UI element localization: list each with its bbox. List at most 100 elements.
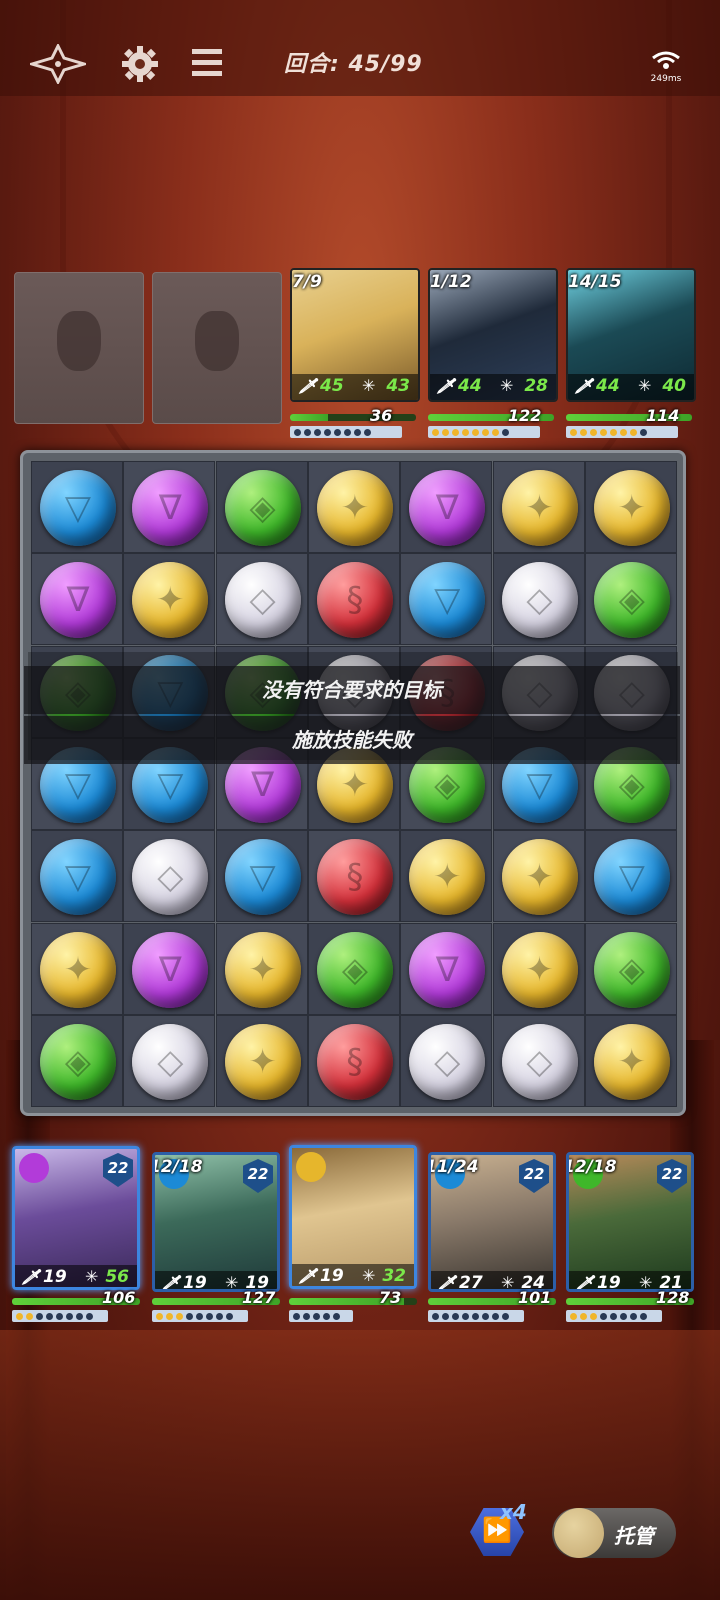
- yellow-orb[interactable]: ✦: [132, 562, 209, 639]
- board-cell[interactable]: ◇: [215, 553, 308, 646]
- white-orb[interactable]: ◇: [132, 1023, 209, 1100]
- enemy-card[interactable]: 7/9 🗡 45 ✳ 43: [290, 268, 420, 402]
- purple-orb[interactable]: ∇: [40, 562, 116, 639]
- board-cell[interactable]: ◈: [584, 922, 677, 1015]
- blue-orb[interactable]: ▽: [40, 470, 116, 546]
- board-cell[interactable]: ◈: [31, 1014, 123, 1107]
- white-orb[interactable]: ◇: [224, 562, 301, 639]
- yellow-orb[interactable]: ✦: [316, 470, 393, 546]
- hero-card[interactable]: 12/18 22 🗡 19 ✳ 19: [152, 1152, 280, 1292]
- board-cell[interactable]: ◈: [307, 922, 400, 1015]
- board-cell[interactable]: ∇: [123, 461, 216, 553]
- board-cell[interactable]: ∇: [31, 553, 123, 646]
- board-cell[interactable]: ◇: [492, 1014, 585, 1107]
- purple-orb[interactable]: ∇: [409, 931, 486, 1008]
- ping-text: 249ms: [650, 74, 682, 84]
- board-cell[interactable]: ✦: [584, 461, 677, 553]
- board-cell[interactable]: ◇: [400, 1014, 493, 1107]
- yellow-orb[interactable]: ✦: [409, 839, 486, 916]
- board-cell[interactable]: ◇: [492, 553, 585, 646]
- yellow-orb[interactable]: ✦: [40, 931, 116, 1008]
- purple-element-icon: [19, 1153, 49, 1183]
- toggle-knob: [554, 1508, 604, 1558]
- blue-orb[interactable]: ▽: [593, 839, 670, 916]
- empty-enemy-slot: [14, 272, 144, 424]
- white-orb[interactable]: ◇: [501, 562, 578, 639]
- board-cell[interactable]: ✦: [31, 922, 123, 1015]
- board-cell[interactable]: ▽: [215, 830, 308, 923]
- gear-icon[interactable]: [120, 44, 160, 84]
- board-cell[interactable]: ✦: [215, 1014, 308, 1107]
- hero-card[interactable]: 12/18 22 🗡 19 ✳ 21: [566, 1152, 694, 1292]
- red-orb[interactable]: §: [316, 839, 393, 916]
- board-cell[interactable]: ▽: [31, 461, 123, 553]
- skill-counter: 11/24: [428, 1157, 479, 1177]
- purple-orb[interactable]: ∇: [409, 470, 486, 546]
- white-orb[interactable]: ◇: [132, 839, 209, 916]
- hero-card[interactable]: 11/24 22 🗡 27 ✳ 24: [428, 1152, 556, 1292]
- yellow-orb[interactable]: ✦: [593, 470, 670, 546]
- green-orb[interactable]: ◈: [224, 470, 301, 546]
- board-cell[interactable]: ◈: [584, 553, 677, 646]
- board-cell[interactable]: ∇: [400, 922, 493, 1015]
- board-cell[interactable]: ◈: [215, 461, 308, 553]
- menu-icon[interactable]: [190, 46, 224, 80]
- board-cell[interactable]: §: [307, 1014, 400, 1107]
- red-orb[interactable]: §: [316, 1023, 393, 1100]
- hero-card[interactable]: 🗡 19 ✳ 32: [289, 1145, 417, 1289]
- green-orb[interactable]: ◈: [593, 562, 670, 639]
- yellow-orb[interactable]: ✦: [593, 1023, 670, 1100]
- yellow-orb[interactable]: ✦: [501, 839, 578, 916]
- board-cell[interactable]: ◇: [123, 1014, 216, 1107]
- board-cell[interactable]: ▽: [400, 553, 493, 646]
- purple-orb[interactable]: ∇: [132, 931, 209, 1008]
- board-cell[interactable]: §: [307, 830, 400, 923]
- charge-dot: [600, 1312, 607, 1320]
- enemy-card[interactable]: 14/15 🗡 44 ✳ 40: [566, 268, 696, 402]
- board-cell[interactable]: ◇: [123, 830, 216, 923]
- yellow-orb[interactable]: ✦: [501, 470, 578, 546]
- charge-dot: [293, 1312, 300, 1320]
- enemy-card[interactable]: 1/12 🗡 44 ✳ 28: [428, 268, 558, 402]
- yellow-orb[interactable]: ✦: [501, 931, 578, 1008]
- board-cell[interactable]: ✦: [492, 461, 585, 553]
- hero-card[interactable]: 22 🗡 19 ✳ 56: [12, 1146, 140, 1290]
- blue-orb[interactable]: ▽: [224, 839, 301, 916]
- board-cell[interactable]: ✦: [307, 461, 400, 553]
- white-orb[interactable]: ◇: [501, 1023, 578, 1100]
- yellow-orb[interactable]: ✦: [224, 931, 301, 1008]
- green-orb[interactable]: ◈: [316, 931, 393, 1008]
- board-cell[interactable]: ∇: [123, 922, 216, 1015]
- blue-orb-emblem-icon: ▽: [434, 580, 461, 621]
- board-cell[interactable]: §: [307, 553, 400, 646]
- auto-battle-label: 托管: [614, 1524, 654, 1548]
- charge-dot: [492, 1312, 499, 1320]
- charge-dots: [566, 1310, 662, 1322]
- white-orb[interactable]: ◇: [409, 1023, 486, 1100]
- back-sparkle-icon[interactable]: [26, 42, 90, 86]
- board-cell[interactable]: ✦: [584, 1014, 677, 1107]
- charge-dot: [620, 428, 627, 436]
- board-cell[interactable]: ✦: [492, 922, 585, 1015]
- attack-value: 19: [183, 1273, 207, 1292]
- purple-orb-emblem-icon: ∇: [158, 949, 182, 990]
- auto-battle-toggle[interactable]: 托管: [552, 1508, 676, 1558]
- green-orb[interactable]: ◈: [40, 1023, 116, 1100]
- yellow-orb[interactable]: ✦: [224, 1023, 301, 1100]
- board-cell[interactable]: ✦: [492, 830, 585, 923]
- charge-dot: [442, 1312, 449, 1320]
- board-cell[interactable]: ✦: [400, 830, 493, 923]
- skill-counter: 1/12: [430, 272, 472, 292]
- blue-orb[interactable]: ▽: [40, 839, 116, 916]
- board-cell[interactable]: ▽: [584, 830, 677, 923]
- board-cell[interactable]: ∇: [400, 461, 493, 553]
- charge-dots: [290, 426, 402, 438]
- purple-orb[interactable]: ∇: [132, 470, 209, 546]
- red-orb[interactable]: §: [316, 562, 393, 639]
- blue-orb[interactable]: ▽: [409, 562, 486, 639]
- green-orb[interactable]: ◈: [593, 931, 670, 1008]
- board-cell[interactable]: ▽: [31, 830, 123, 923]
- board-cell[interactable]: ✦: [123, 553, 216, 646]
- board-cell[interactable]: ✦: [215, 922, 308, 1015]
- network-status: 249ms: [646, 50, 686, 84]
